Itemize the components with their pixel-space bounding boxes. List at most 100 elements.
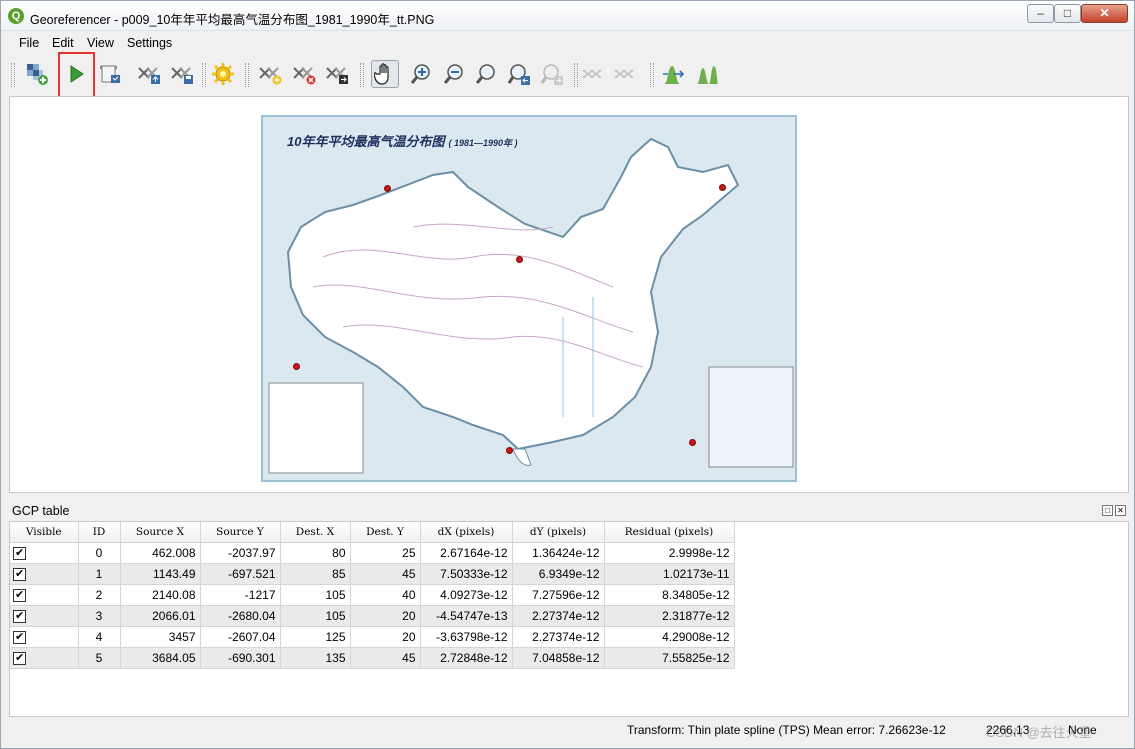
pan-icon[interactable]: [371, 60, 399, 88]
dy-cell[interactable]: 2.27374e-12: [512, 605, 605, 627]
gcp-id-cell[interactable]: 2: [78, 584, 121, 606]
source-x-cell[interactable]: 1143.49: [120, 563, 201, 585]
dx-cell[interactable]: -4.54747e-13: [420, 605, 513, 627]
start-georeferencing-icon[interactable]: [62, 60, 90, 88]
dy-cell[interactable]: 6.9349e-12: [512, 563, 605, 585]
menu-settings[interactable]: Settings: [127, 36, 172, 50]
dest-x-cell[interactable]: 105: [280, 605, 351, 627]
dest-y-cell[interactable]: 45: [350, 563, 421, 585]
table-row[interactable]: 0462.008-2037.9780252.67164e-121.36424e-…: [10, 542, 735, 564]
dx-cell[interactable]: 4.09273e-12: [420, 584, 513, 606]
zoom-next-icon[interactable]: [538, 60, 566, 88]
zoom-in-icon[interactable]: [407, 60, 435, 88]
table-row[interactable]: 32066.01-2680.0410520-4.54747e-132.27374…: [10, 605, 735, 627]
source-x-cell[interactable]: 2066.01: [120, 605, 201, 627]
dy-cell[interactable]: 7.27596e-12: [512, 584, 605, 606]
column-header[interactable]: Source Y: [200, 522, 281, 543]
column-header[interactable]: ID: [78, 522, 121, 543]
visible-checkbox[interactable]: [13, 546, 26, 560]
dest-x-cell[interactable]: 105: [280, 584, 351, 606]
zoom-last-icon[interactable]: [505, 60, 533, 88]
menu-edit[interactable]: Edit: [52, 36, 74, 50]
source-y-cell[interactable]: -690.301: [200, 647, 281, 669]
visible-checkbox[interactable]: [13, 651, 26, 665]
gcp-point-marker[interactable]: [689, 439, 696, 446]
dest-x-cell[interactable]: 135: [280, 647, 351, 669]
dx-cell[interactable]: 7.50333e-12: [420, 563, 513, 585]
column-header[interactable]: dY (pixels): [512, 522, 605, 543]
dest-y-cell[interactable]: 20: [350, 605, 421, 627]
table-row[interactable]: 53684.05-690.301135452.72848e-127.04858e…: [10, 647, 735, 669]
dx-cell[interactable]: -3.63798e-12: [420, 626, 513, 648]
column-header[interactable]: Dest. X: [280, 522, 351, 543]
dock-float-button[interactable]: □: [1102, 505, 1113, 516]
source-y-cell[interactable]: -2680.04: [200, 605, 281, 627]
maximize-button[interactable]: □: [1054, 4, 1081, 23]
column-header[interactable]: Visible: [10, 522, 79, 543]
dx-cell[interactable]: 2.72848e-12: [420, 647, 513, 669]
dx-cell[interactable]: 2.67164e-12: [420, 542, 513, 564]
open-raster-icon[interactable]: [23, 60, 51, 88]
source-x-cell[interactable]: 3457: [120, 626, 201, 648]
gcp-point-marker[interactable]: [516, 256, 523, 263]
dy-cell[interactable]: 7.04858e-12: [512, 647, 605, 669]
visible-checkbox[interactable]: [13, 609, 26, 623]
column-header[interactable]: Source X: [120, 522, 201, 543]
residual-cell[interactable]: 8.34805e-12: [604, 584, 735, 606]
gcp-point-marker[interactable]: [719, 184, 726, 191]
residual-cell[interactable]: 7.55825e-12: [604, 647, 735, 669]
column-header[interactable]: Dest. Y: [350, 522, 421, 543]
delete-point-icon[interactable]: [291, 60, 319, 88]
dy-cell[interactable]: 2.27374e-12: [512, 626, 605, 648]
gcp-point-marker[interactable]: [384, 185, 391, 192]
map-canvas[interactable]: 10年年平均最高气温分布图( 1981—1990年 ): [9, 96, 1129, 493]
source-y-cell[interactable]: -2037.97: [200, 542, 281, 564]
zoom-out-icon[interactable]: [440, 60, 468, 88]
move-gcp-point-icon[interactable]: [324, 60, 352, 88]
source-x-cell[interactable]: 3684.05: [120, 647, 201, 669]
dy-cell[interactable]: 1.36424e-12: [512, 542, 605, 564]
source-y-cell[interactable]: -2607.04: [200, 626, 281, 648]
source-y-cell[interactable]: -1217: [200, 584, 281, 606]
generate-gdal-script-icon[interactable]: [96, 60, 124, 88]
gcp-id-cell[interactable]: 4: [78, 626, 121, 648]
dest-y-cell[interactable]: 25: [350, 542, 421, 564]
residual-cell[interactable]: 2.9998e-12: [604, 542, 735, 564]
zoom-to-layer-icon[interactable]: [472, 60, 500, 88]
visible-checkbox[interactable]: [13, 630, 26, 644]
local-histogram-stretch-icon[interactable]: [693, 60, 721, 88]
menu-file[interactable]: File: [19, 36, 39, 50]
gcp-id-cell[interactable]: 1: [78, 563, 121, 585]
visible-checkbox[interactable]: [13, 567, 26, 581]
column-header[interactable]: Residual (pixels): [604, 522, 735, 543]
residual-cell[interactable]: 2.31877e-12: [604, 605, 735, 627]
table-row[interactable]: 22140.08-1217105404.09273e-127.27596e-12…: [10, 584, 735, 606]
column-header[interactable]: dX (pixels): [420, 522, 513, 543]
residual-cell[interactable]: 4.29008e-12: [604, 626, 735, 648]
full-histogram-stretch-icon[interactable]: [660, 60, 688, 88]
dock-close-button[interactable]: ✕: [1115, 505, 1126, 516]
close-button[interactable]: ✕: [1081, 4, 1128, 23]
toolbar-grip[interactable]: [11, 63, 15, 87]
dest-x-cell[interactable]: 125: [280, 626, 351, 648]
dest-x-cell[interactable]: 80: [280, 542, 351, 564]
link-georeferencer-to-qgis-icon[interactable]: [580, 60, 608, 88]
gcp-id-cell[interactable]: 5: [78, 647, 121, 669]
dest-y-cell[interactable]: 20: [350, 626, 421, 648]
link-qgis-to-georeferencer-icon[interactable]: [612, 60, 640, 88]
source-y-cell[interactable]: -697.521: [200, 563, 281, 585]
dest-y-cell[interactable]: 45: [350, 647, 421, 669]
table-row[interactable]: 11143.49-697.52185457.50333e-126.9349e-1…: [10, 563, 735, 585]
add-point-icon[interactable]: [257, 60, 285, 88]
gcp-id-cell[interactable]: 3: [78, 605, 121, 627]
source-x-cell[interactable]: 462.008: [120, 542, 201, 564]
gcp-point-marker[interactable]: [293, 363, 300, 370]
source-x-cell[interactable]: 2140.08: [120, 584, 201, 606]
save-gcp-points-icon[interactable]: [169, 60, 197, 88]
dest-y-cell[interactable]: 40: [350, 584, 421, 606]
menu-view[interactable]: View: [87, 36, 114, 50]
transformation-settings-icon[interactable]: [209, 60, 237, 88]
load-gcp-points-icon[interactable]: [136, 60, 164, 88]
visible-checkbox[interactable]: [13, 588, 26, 602]
gcp-point-marker[interactable]: [506, 447, 513, 454]
